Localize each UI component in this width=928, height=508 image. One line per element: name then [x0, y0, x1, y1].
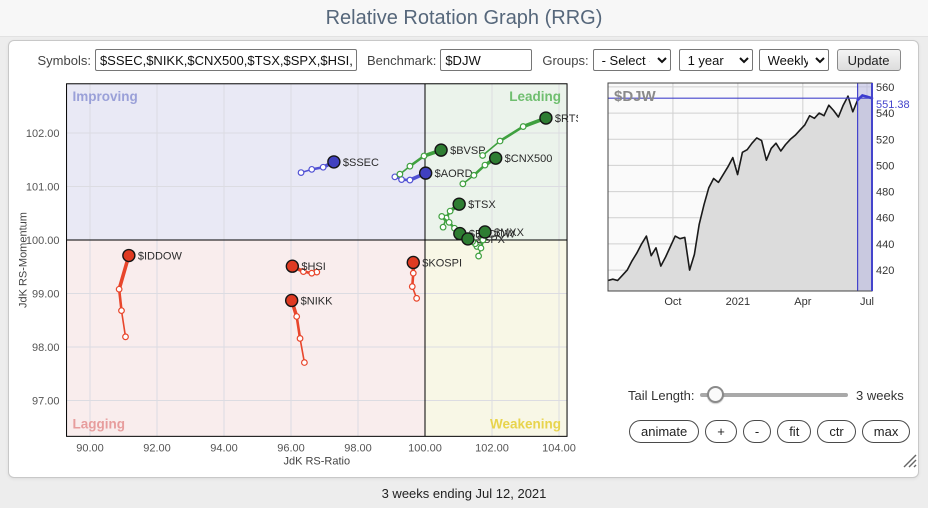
chart-button-row: animate + - fit ctr max — [629, 420, 910, 443]
svg-text:100.00: 100.00 — [26, 235, 60, 247]
svg-text:$TSX: $TSX — [468, 199, 496, 211]
footer-caption: 3 weeks ending Jul 12, 2021 — [0, 486, 928, 501]
svg-text:Lagging: Lagging — [73, 416, 126, 431]
svg-text:98.00: 98.00 — [32, 342, 60, 354]
svg-text:94.00: 94.00 — [210, 442, 238, 454]
period-select[interactable]: 1 year — [679, 49, 753, 71]
groups-label: Groups: — [542, 53, 588, 68]
svg-text:$HSI: $HSI — [301, 261, 325, 273]
svg-text:$SSEC: $SSEC — [343, 157, 379, 169]
benchmark-chart[interactable]: 420440460480500520540560551.38Oct2021Apr… — [602, 80, 914, 312]
svg-text:$RTSI: $RTSI — [555, 113, 578, 125]
svg-text:460: 460 — [876, 213, 894, 225]
toolbar: Symbols: Benchmark: Groups: - Select - 1… — [18, 47, 910, 73]
zoom-out-button[interactable]: - — [743, 420, 771, 443]
tail-length-value: 3 weeks — [856, 388, 904, 403]
svg-text:JdK RS-Momentum: JdK RS-Momentum — [18, 212, 30, 308]
svg-text:560: 560 — [876, 82, 894, 94]
animate-button[interactable]: animate — [629, 420, 699, 443]
svg-text:440: 440 — [876, 239, 894, 251]
svg-text:$DJW: $DJW — [614, 88, 657, 105]
tail-length-label: Tail Length: — [628, 388, 695, 403]
resize-handle-icon[interactable] — [900, 451, 918, 469]
svg-text:92.00: 92.00 — [143, 442, 171, 454]
svg-text:$IDDOW: $IDDOW — [138, 251, 183, 263]
fit-button[interactable]: fit — [777, 420, 811, 443]
title-bar: Relative Rotation Graph (RRG) — [0, 0, 928, 37]
page-title: Relative Rotation Graph (RRG) — [0, 0, 928, 36]
maximize-button[interactable]: max — [862, 420, 911, 443]
svg-text:96.00: 96.00 — [277, 442, 305, 454]
frequency-select[interactable]: Weekly — [759, 49, 829, 71]
svg-text:Leading: Leading — [509, 89, 561, 104]
svg-text:102.00: 102.00 — [26, 128, 60, 140]
svg-text:480: 480 — [876, 187, 894, 199]
svg-text:$AORD: $AORD — [435, 168, 473, 180]
svg-text:100.00: 100.00 — [408, 442, 442, 454]
svg-text:$MXX: $MXX — [494, 227, 525, 239]
app-window: Relative Rotation Graph (RRG) Symbols: B… — [0, 0, 928, 508]
svg-text:Apr: Apr — [794, 296, 811, 308]
svg-text:Oct: Oct — [664, 296, 681, 308]
rrg-chart[interactable]: Improving Leading Lagging Weakening 90.00 92.… — [18, 78, 578, 474]
benchmark-label: Benchmark: — [367, 53, 436, 68]
svg-text:101.00: 101.00 — [26, 182, 60, 194]
zoom-in-button[interactable]: + — [705, 420, 737, 443]
svg-text:$NIKK: $NIKK — [301, 295, 333, 307]
benchmark-input[interactable] — [440, 49, 532, 71]
svg-text:99.00: 99.00 — [32, 289, 60, 301]
center-button[interactable]: ctr — [817, 420, 855, 443]
svg-text:520: 520 — [876, 134, 894, 146]
svg-text:551.38: 551.38 — [876, 99, 910, 111]
svg-text:98.00: 98.00 — [344, 442, 372, 454]
update-button[interactable]: Update — [837, 49, 901, 71]
svg-text:JdK RS-Ratio: JdK RS-Ratio — [283, 455, 350, 467]
svg-text:2021: 2021 — [726, 296, 750, 308]
tail-length-slider-thumb[interactable] — [707, 386, 724, 403]
svg-text:$CNX500: $CNX500 — [505, 153, 553, 165]
svg-text:500: 500 — [876, 160, 894, 172]
svg-text:420: 420 — [876, 265, 894, 277]
svg-text:$KOSPI: $KOSPI — [422, 257, 462, 269]
svg-text:Jul: Jul — [860, 296, 874, 308]
svg-text:Improving: Improving — [73, 89, 138, 104]
groups-select[interactable]: - Select - — [593, 49, 671, 71]
svg-text:102.00: 102.00 — [475, 442, 509, 454]
svg-text:104.00: 104.00 — [542, 442, 576, 454]
svg-text:Weakening: Weakening — [490, 416, 561, 431]
svg-text:97.00: 97.00 — [32, 396, 60, 408]
symbols-label: Symbols: — [37, 53, 90, 68]
svg-text:90.00: 90.00 — [76, 442, 104, 454]
symbols-input[interactable] — [95, 49, 357, 71]
